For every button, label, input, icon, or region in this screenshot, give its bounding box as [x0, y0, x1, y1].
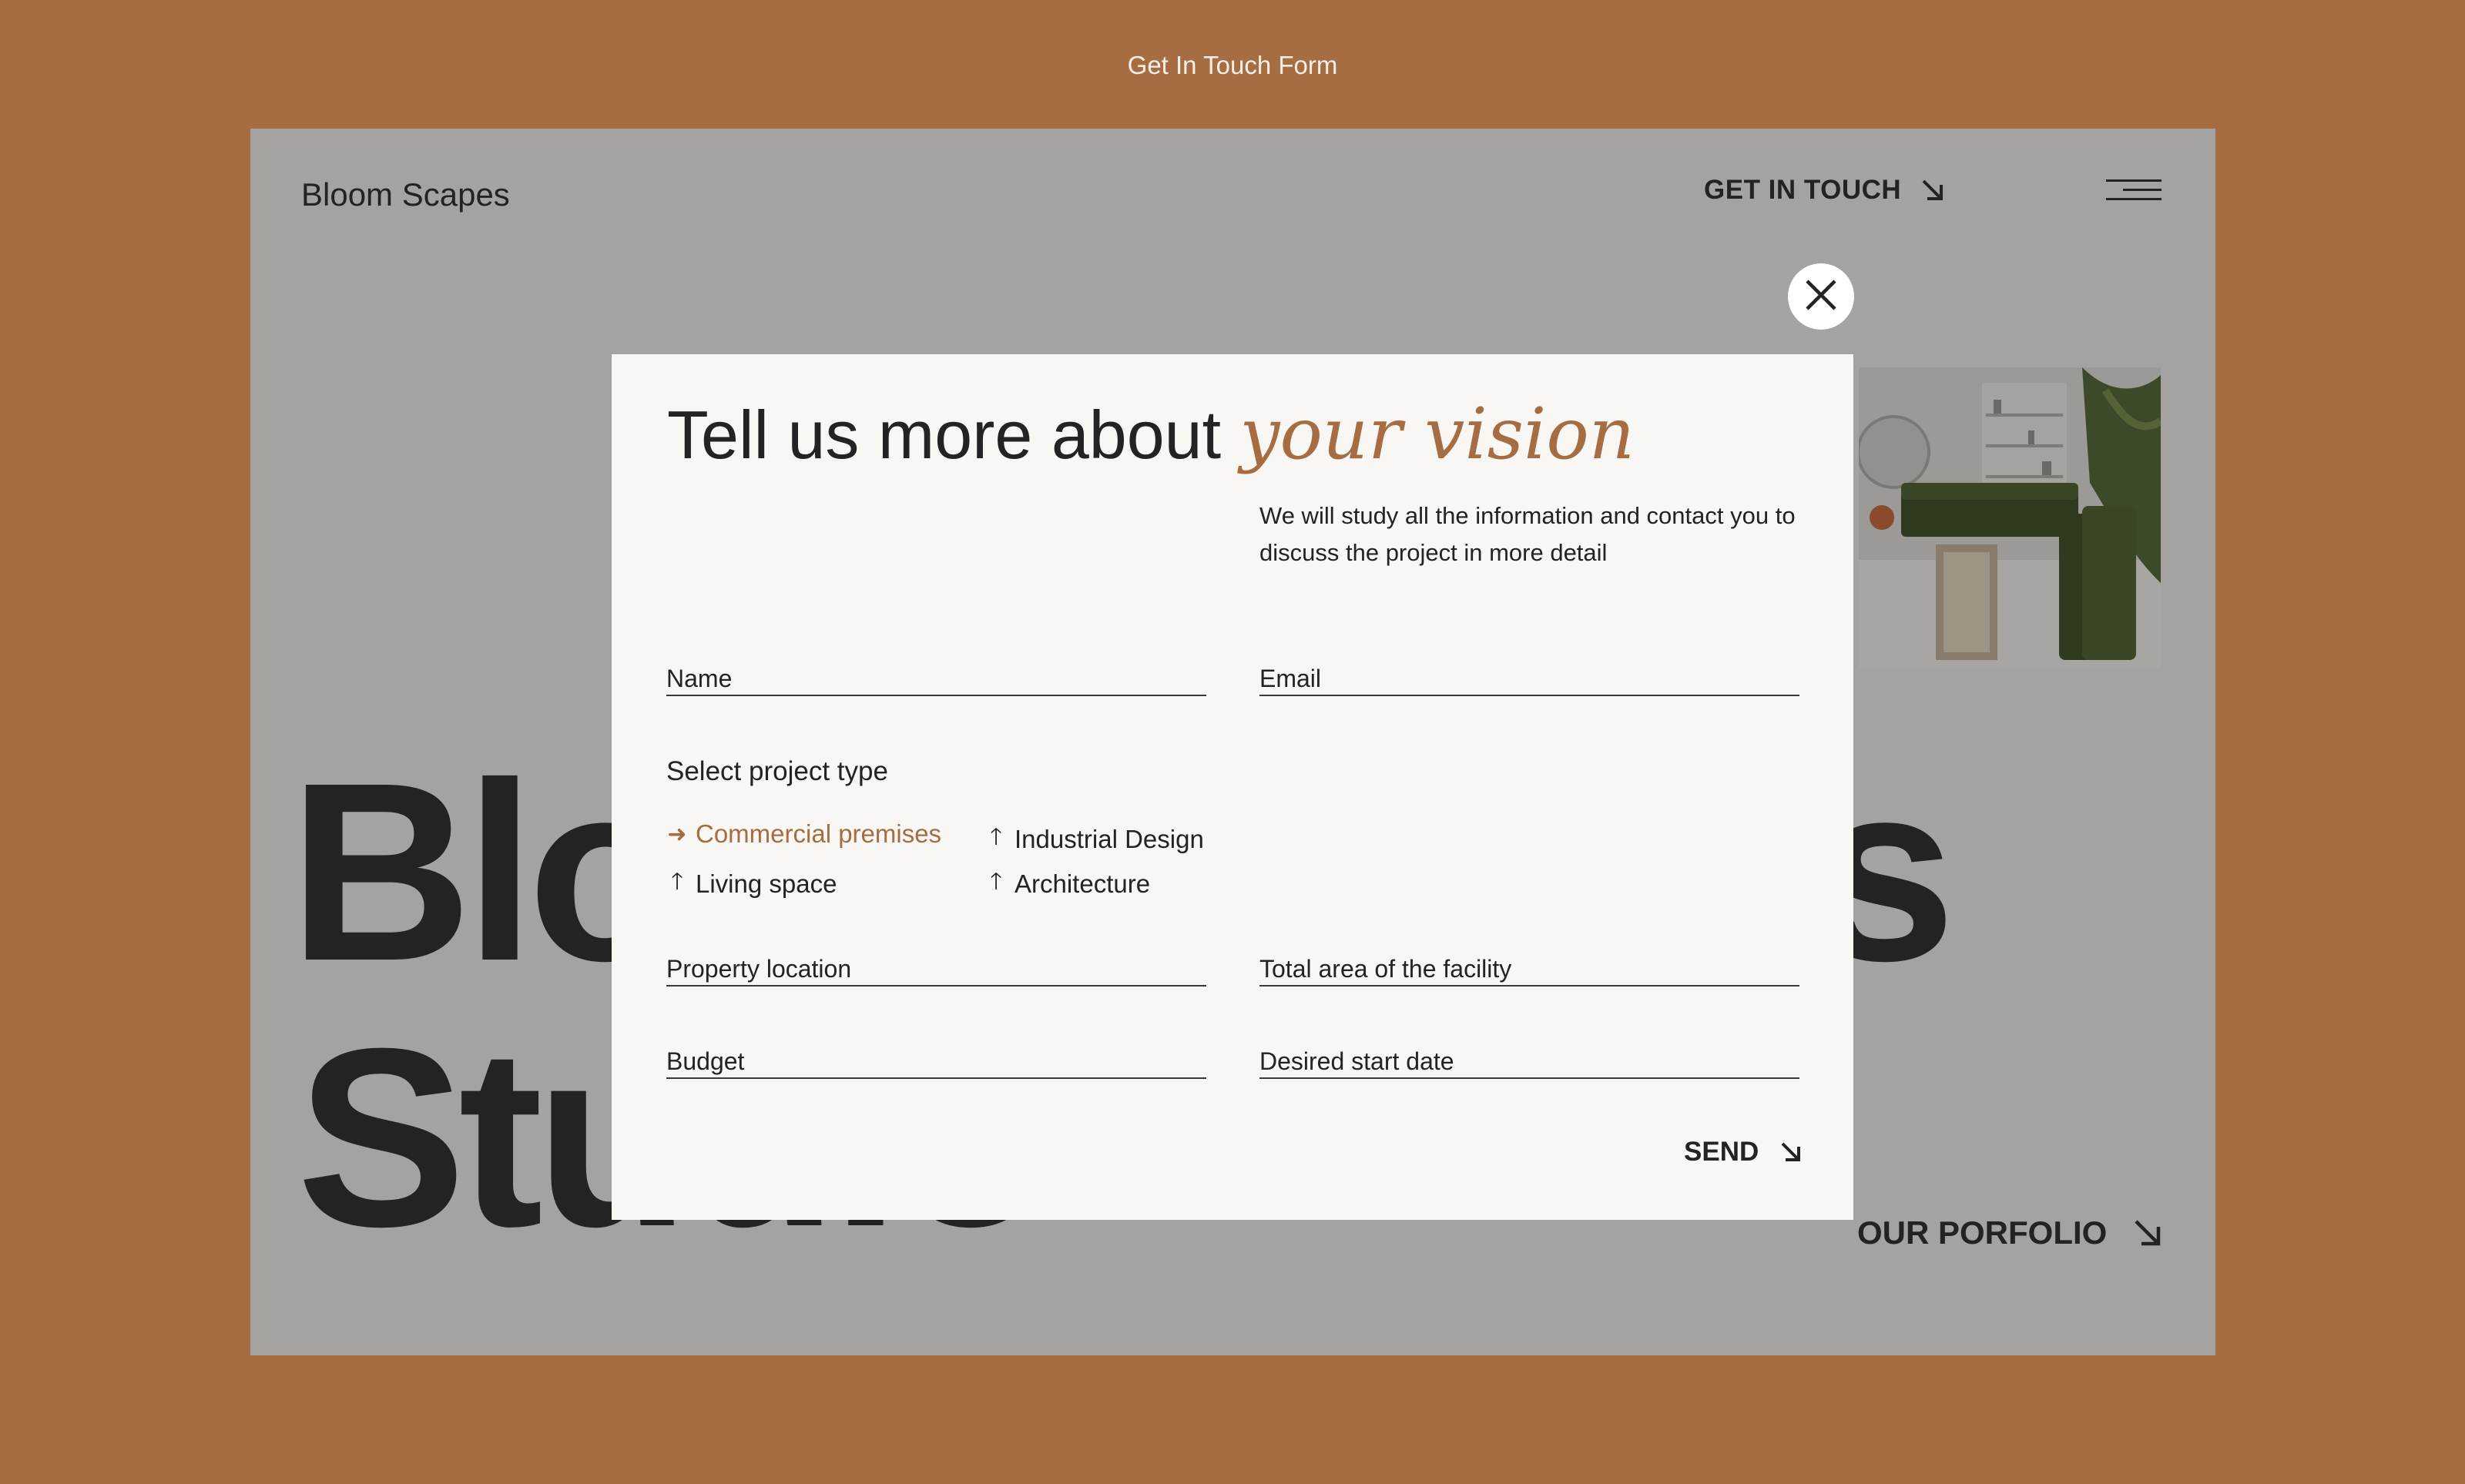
get-in-touch-label: GET IN TOUCH	[1704, 175, 1902, 205]
modal-title-plain: Tell us more about	[667, 397, 1240, 473]
email-field-placeholder: Email	[1259, 665, 1322, 692]
project-type-heading: Select project type	[666, 756, 888, 786]
option-label: Living space	[696, 869, 837, 898]
send-button[interactable]: SEND	[1684, 1137, 1803, 1167]
page-caption: Get In Touch Form	[1127, 51, 1338, 79]
arrow-right-icon: ➜	[667, 821, 687, 847]
option-label: Industrial Design	[1015, 824, 1204, 853]
get-in-touch-link[interactable]: GET IN TOUCH	[1704, 175, 1946, 206]
modal-subtitle: We will study all the information and co…	[1259, 502, 1796, 567]
send-label: SEND	[1684, 1137, 1759, 1167]
site-logo[interactable]: Bloom Scapes	[301, 176, 510, 213]
total-area-placeholder: Total area of the facility	[1259, 955, 1512, 983]
property-location-field[interactable]: Property location	[666, 948, 1206, 987]
project-type-option-commercial[interactable]: ➜ Commercial premises	[666, 819, 941, 849]
modal-title: Tell us more about your vision	[667, 393, 1635, 475]
start-date-placeholder: Desired start date	[1259, 1047, 1454, 1075]
arrow-down-right-icon	[1920, 177, 1946, 203]
modal-title-accent: your vision	[1239, 393, 1635, 475]
start-date-field[interactable]: Desired start date	[1259, 1040, 1799, 1079]
project-type-option-living[interactable]: 🡑 Living space	[666, 864, 837, 903]
interior-photo	[1859, 367, 2161, 668]
contact-form-modal: Tell us more about your vision We will s…	[612, 354, 1853, 1220]
property-location-placeholder: Property location	[666, 955, 852, 983]
menu-icon[interactable]	[2106, 179, 2161, 206]
budget-field[interactable]: Budget	[666, 1040, 1206, 1079]
budget-placeholder: Budget	[666, 1047, 745, 1075]
project-type-option-industrial[interactable]: 🡑 Industrial Design	[985, 819, 1204, 859]
arrow-down-right-icon	[1779, 1140, 1803, 1164]
portfolio-label: OUR PORFOLIO	[1857, 1214, 2108, 1251]
name-field-placeholder: Name	[666, 665, 733, 692]
option-label: Commercial premises	[696, 819, 942, 848]
arrow-up-icon: 🡑	[671, 869, 683, 894]
email-field[interactable]: Email	[1259, 658, 1799, 696]
close-button[interactable]	[1788, 263, 1854, 330]
option-label: Architecture	[1015, 869, 1151, 898]
name-field[interactable]: Name	[666, 658, 1206, 696]
arrow-down-right-icon	[2131, 1217, 2164, 1249]
total-area-field[interactable]: Total area of the facility	[1259, 948, 1799, 987]
portfolio-link[interactable]: OUR PORFOLIO	[1857, 1214, 2164, 1251]
project-type-option-architecture[interactable]: 🡑 Architecture	[985, 864, 1150, 903]
arrow-up-icon: 🡑	[990, 869, 1002, 894]
close-icon	[1804, 278, 1838, 316]
arrow-up-icon: 🡑	[990, 824, 1002, 849]
